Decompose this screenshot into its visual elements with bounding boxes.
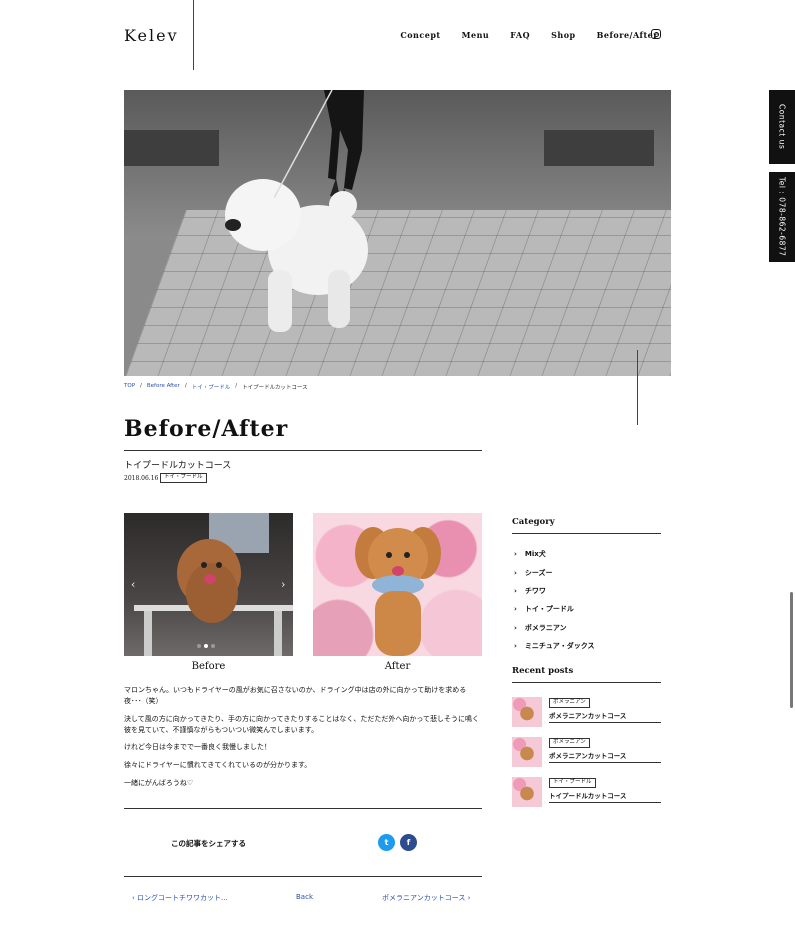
recent-post-divider — [549, 802, 661, 803]
carousel-next-icon[interactable]: › — [281, 578, 285, 591]
chevron-right-icon: › — [465, 894, 471, 902]
nav-concept[interactable]: Concept — [400, 30, 440, 40]
chevron-right-icon: › — [514, 605, 517, 614]
category-item[interactable]: › トイ・プードル — [514, 600, 595, 618]
carousel-dot[interactable] — [204, 644, 208, 648]
article-body: マロンちゃん。いつもドライヤーの風がお気に召さないのか、ドライング中は店の外に向… — [124, 685, 482, 796]
scrollbar-thumb[interactable] — [790, 592, 793, 708]
recent-post[interactable]: ポメラニアン ポメラニアンカットコース — [512, 697, 661, 728]
crumb-category[interactable]: トイ・プードル — [192, 383, 231, 391]
next-post-label: ポメラニアンカットコース — [382, 894, 466, 902]
category-divider — [512, 533, 661, 534]
recent-post-tag[interactable]: ポメラニアン — [549, 738, 590, 748]
recent-post-title[interactable]: トイプードルカットコース — [549, 790, 626, 800]
contact-tab[interactable]: Contact us — [769, 90, 795, 164]
recent-post-thumbnail[interactable] — [512, 777, 542, 807]
category-item[interactable]: › シーズー — [514, 563, 595, 581]
article-paragraph: 決して風の方に向かってきたり、手の方に向かってきたりすることはなく、ただただ外へ… — [124, 714, 480, 734]
crumb-separator: / — [235, 383, 238, 389]
recent-post-thumbnail[interactable] — [512, 697, 542, 727]
before-photo — [124, 513, 293, 656]
hero-image — [124, 90, 671, 376]
next-post-link[interactable]: ポメラニアンカットコース › — [382, 893, 470, 903]
article-paragraph: 一緒にがんばろうね♡ — [124, 779, 194, 788]
category-label: チワワ — [524, 586, 546, 595]
facebook-icon[interactable]: f — [400, 834, 417, 851]
category-label: シーズー — [524, 568, 553, 577]
after-caption: After — [384, 661, 411, 672]
chevron-right-icon: › — [514, 586, 517, 595]
carousel-dots — [197, 644, 215, 648]
prev-post-label: ロングコートチワワカット... — [137, 894, 228, 902]
category-label: トイ・プードル — [524, 605, 574, 614]
twitter-icon[interactable]: t — [378, 834, 395, 851]
nav-shop[interactable]: Shop — [551, 30, 576, 40]
instagram-icon[interactable] — [651, 29, 661, 39]
hero-divider — [637, 350, 638, 425]
crumb-separator: / — [140, 383, 142, 389]
nav-menu[interactable]: Menu — [462, 30, 490, 40]
main-nav: Concept Menu FAQ Shop Before/After — [400, 30, 658, 40]
category-label: Mix犬 — [524, 550, 546, 559]
before-caption: Before — [191, 661, 226, 672]
chevron-right-icon: › — [514, 623, 517, 632]
category-label: ポメラニアン — [524, 623, 567, 632]
post-tag[interactable]: トイ・プードル — [160, 473, 207, 483]
carousel-dot[interactable] — [211, 644, 215, 648]
chevron-right-icon: › — [514, 568, 517, 577]
share-divider-top — [124, 808, 482, 809]
post-date: 2018.06.16 — [124, 475, 159, 482]
recent-post[interactable]: トイ・プードル トイプードルカットコース — [512, 777, 661, 808]
crumb-home[interactable]: TOP — [124, 383, 135, 391]
recent-divider — [512, 682, 661, 683]
share-label: この記事をシェアする — [171, 839, 246, 848]
crumb-section[interactable]: Before After — [147, 383, 180, 391]
nav-faq[interactable]: FAQ — [510, 30, 530, 40]
category-item[interactable]: › Mix犬 — [514, 545, 595, 563]
article-paragraph: けれど今日は今までで一番良く我慢しました！ — [124, 743, 271, 752]
logo-divider — [193, 0, 194, 70]
share-divider-bottom — [124, 876, 482, 877]
recent-post-divider — [549, 762, 661, 763]
category-heading: Category — [512, 517, 555, 527]
recent-post-title[interactable]: ポメラニアンカットコース — [549, 750, 626, 760]
category-item[interactable]: › チワワ — [514, 582, 595, 600]
breadcrumb: TOP / Before After / トイ・プードル / トイプードルカット… — [124, 383, 308, 391]
back-link[interactable]: Back — [296, 893, 313, 901]
site-logo[interactable]: Kelev — [124, 26, 179, 45]
title-divider — [124, 450, 482, 451]
tel-tab[interactable]: Tel : 078-862-6877 — [769, 172, 795, 262]
recent-post-divider — [549, 722, 661, 723]
page-title: Before/After — [124, 416, 289, 442]
category-list: › Mix犬 › シーズー › チワワ › トイ・プードル › ポメラニアン › ミニチュア… — [514, 545, 595, 655]
after-photo — [313, 513, 482, 656]
carousel-prev-icon[interactable]: ‹ — [131, 578, 135, 591]
chevron-right-icon: › — [514, 550, 517, 559]
recent-post-tag[interactable]: ポメラニアン — [549, 698, 590, 708]
article-paragraph: マロンちゃん。いつもドライヤーの風がお気に召さないのか、ドライング中は店の外に向… — [124, 686, 467, 705]
recent-post-tag[interactable]: トイ・プードル — [549, 778, 596, 788]
category-item[interactable]: › ポメラニアン — [514, 619, 595, 637]
category-label: ミニチュア・ダックス — [524, 642, 595, 651]
recent-heading: Recent posts — [512, 666, 574, 676]
category-item[interactable]: › ミニチュア・ダックス — [514, 637, 595, 655]
prev-post-link[interactable]: ‹ ロングコートチワワカット... — [132, 893, 228, 903]
crumb-separator: / — [184, 383, 187, 389]
post-title: トイプードルカットコース — [124, 461, 232, 471]
article-paragraph: 徐々にドライヤーに慣れてきてくれているのが分かります。 — [124, 761, 312, 770]
crumb-current: トイプードルカットコース — [242, 385, 308, 391]
recent-post-title[interactable]: ポメラニアンカットコース — [549, 710, 626, 720]
chevron-right-icon: › — [514, 642, 517, 651]
carousel-dot[interactable] — [197, 644, 201, 648]
nav-before-after[interactable]: Before/After — [597, 30, 658, 40]
recent-post-thumbnail[interactable] — [512, 737, 542, 767]
recent-post[interactable]: ポメラニアン ポメラニアンカットコース — [512, 737, 661, 768]
